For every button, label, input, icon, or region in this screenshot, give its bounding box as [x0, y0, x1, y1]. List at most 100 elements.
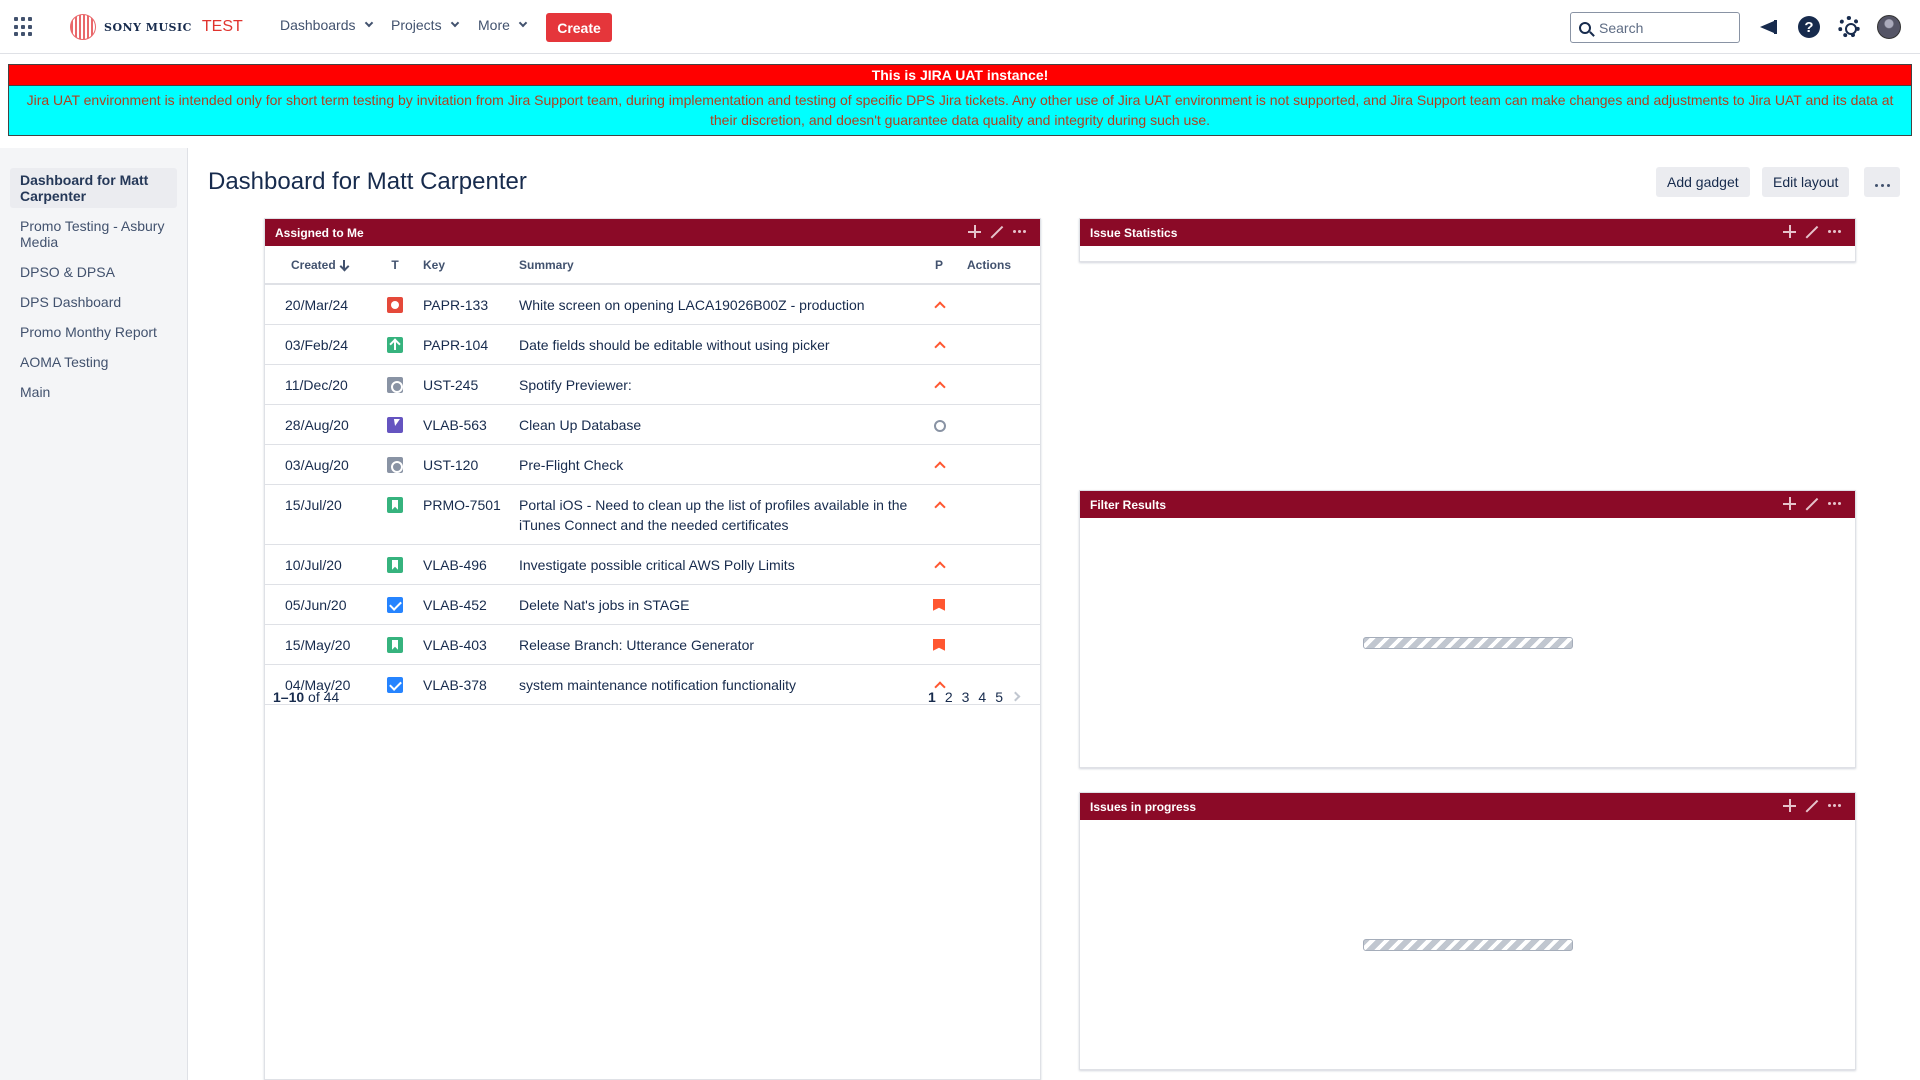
issue-key-link[interactable]: PRMO-7501 — [415, 484, 513, 545]
table-row[interactable]: 03/Aug/20 UST-120 Pre-Flight Check — [265, 444, 1040, 485]
created-cell: 10/Jul/20 — [265, 544, 375, 585]
column-summary[interactable]: Summary — [513, 246, 919, 285]
move-icon[interactable] — [1783, 225, 1796, 238]
blocker-flag-icon — [933, 598, 945, 611]
nav-dashboards-label: Dashboards — [280, 17, 356, 33]
medium-priority-icon — [933, 419, 946, 432]
issue-key-link[interactable]: VLAB-496 — [415, 544, 513, 585]
issues-in-progress-gadget: Issues in progress — [1079, 792, 1856, 1070]
created-cell: 15/Jul/20 — [265, 484, 375, 545]
gadget-menu-icon[interactable] — [1828, 230, 1841, 233]
search-input[interactable] — [1599, 19, 1719, 36]
issue-summary-link[interactable]: Date fields should be editable without u… — [513, 324, 919, 365]
issue-key-link[interactable]: VLAB-563 — [415, 404, 513, 445]
add-gadget-button[interactable]: Add gadget — [1656, 167, 1750, 197]
nav-dashboards[interactable]: Dashboards — [280, 17, 373, 33]
table-row[interactable]: 15/May/20 VLAB-403 Release Branch: Utter… — [265, 624, 1040, 665]
sidebar-item-dps-dashboard[interactable]: DPS Dashboard — [10, 290, 177, 314]
column-type[interactable]: T — [375, 246, 415, 285]
issue-key-link[interactable]: VLAB-452 — [415, 584, 513, 625]
top-navigation: SONY MUSIC TEST Dashboards Projects More… — [0, 0, 1920, 54]
site-logo[interactable]: SONY MUSIC TEST — [70, 14, 243, 40]
blocker-flag-icon — [933, 638, 945, 651]
issue-summary-link[interactable]: Delete Nat's jobs in STAGE — [513, 584, 919, 625]
edit-layout-button[interactable]: Edit layout — [1762, 167, 1850, 197]
gadget-menu-icon[interactable] — [1828, 804, 1841, 807]
task-icon — [387, 456, 403, 473]
move-icon[interactable] — [1783, 497, 1796, 510]
page-3-link[interactable]: 3 — [962, 689, 970, 705]
sidebar-item-dashboard-matt-carpenter[interactable]: Dashboard for Matt Carpenter — [10, 168, 177, 208]
gadget-title: Issues in progress — [1090, 799, 1197, 814]
issue-summary-link[interactable]: Investigate possible critical AWS Polly … — [513, 544, 919, 585]
table-row[interactable]: 15/Jul/20 PRMO-7501 Portal iOS - Need to… — [265, 484, 1040, 545]
app-switcher-icon[interactable] — [14, 17, 34, 37]
expand-icon[interactable] — [991, 226, 1003, 238]
gadget-header: Filter Results — [1080, 491, 1855, 518]
issue-key-link[interactable]: PAPR-104 — [415, 324, 513, 365]
table-row[interactable]: 28/Aug/20 VLAB-563 Clean Up Database — [265, 404, 1040, 445]
issue-key-link[interactable]: PAPR-133 — [415, 284, 513, 325]
sidebar-item-promo-monthy-report[interactable]: Promo Monthy Report — [10, 320, 177, 344]
sidebar-item-promo-testing[interactable]: Promo Testing - Asbury Media — [10, 214, 177, 254]
gadget-menu-icon[interactable] — [1828, 502, 1841, 505]
nav-projects[interactable]: Projects — [391, 17, 459, 33]
column-priority[interactable]: P — [919, 246, 959, 285]
banner-title: This is JIRA UAT instance! — [9, 65, 1911, 86]
checkbox-icon — [387, 596, 403, 613]
settings-gear-icon[interactable] — [1837, 15, 1861, 39]
search-icon — [1579, 21, 1591, 34]
high-priority-icon — [933, 379, 945, 391]
nav-projects-label: Projects — [391, 17, 442, 33]
expand-icon[interactable] — [1806, 498, 1818, 510]
column-key[interactable]: Key — [415, 246, 513, 285]
expand-icon[interactable] — [1806, 226, 1818, 238]
expand-icon[interactable] — [1806, 800, 1818, 812]
nav-more[interactable]: More — [478, 17, 528, 33]
story-icon — [387, 636, 403, 653]
column-created[interactable]: Created — [265, 246, 375, 285]
more-actions-button[interactable] — [1864, 167, 1900, 197]
improvement-icon — [387, 336, 403, 353]
page-5-link[interactable]: 5 — [995, 689, 1003, 705]
created-cell: 03/Aug/20 — [265, 444, 375, 485]
chevron-down-icon — [450, 18, 459, 28]
dashboard-sidebar: Dashboard for Matt Carpenter Promo Testi… — [0, 148, 188, 1080]
issue-summary-link[interactable]: Pre-Flight Check — [513, 444, 919, 485]
issue-key-link[interactable]: VLAB-403 — [415, 624, 513, 665]
move-icon[interactable] — [968, 225, 981, 238]
user-avatar[interactable] — [1877, 15, 1901, 39]
gadget-menu-icon[interactable] — [1013, 230, 1026, 233]
table-row[interactable]: 11/Dec/20 UST-245 Spotify Previewer: — [265, 364, 1040, 405]
issue-summary-link[interactable]: Spotify Previewer: — [513, 364, 919, 405]
table-row[interactable]: 10/Jul/20 VLAB-496 Investigate possible … — [265, 544, 1040, 585]
issue-summary-link[interactable]: Release Branch: Utterance Generator — [513, 624, 919, 665]
gadget-header: Issues in progress — [1080, 793, 1855, 820]
issue-key-link[interactable]: UST-245 — [415, 364, 513, 405]
logo-environment: TEST — [201, 18, 243, 35]
page-4-link[interactable]: 4 — [978, 689, 986, 705]
issue-summary-link[interactable]: White screen on opening LACA19026B00Z - … — [513, 284, 919, 325]
sidebar-item-aoma-testing[interactable]: AOMA Testing — [10, 350, 177, 374]
notifications-megaphone-icon[interactable] — [1757, 15, 1781, 39]
sidebar-item-main[interactable]: Main — [10, 380, 177, 404]
create-button[interactable]: Create — [546, 13, 612, 42]
help-icon[interactable]: ? — [1797, 15, 1821, 39]
table-row[interactable]: 20/Mar/24 PAPR-133 White screen on openi… — [265, 284, 1040, 325]
search-box[interactable] — [1570, 12, 1740, 43]
table-row[interactable]: 03/Feb/24 PAPR-104 Date fields should be… — [265, 324, 1040, 365]
uat-banner: This is JIRA UAT instance! Jira UAT envi… — [8, 64, 1912, 136]
issue-summary-link[interactable]: Portal iOS - Need to clean up the list o… — [513, 484, 919, 545]
column-created-label: Created — [291, 257, 336, 272]
move-icon[interactable] — [1783, 799, 1796, 812]
loading-indicator — [1363, 637, 1573, 649]
issue-summary-link[interactable]: Clean Up Database — [513, 404, 919, 445]
next-page-icon[interactable] — [1010, 691, 1021, 702]
issue-key-link[interactable]: UST-120 — [415, 444, 513, 485]
table-row[interactable]: 05/Jun/20 VLAB-452 Delete Nat's jobs in … — [265, 584, 1040, 625]
gadget-header: Assigned to Me — [265, 219, 1040, 246]
sidebar-item-dpso-dpsa[interactable]: DPSO & DPSA — [10, 260, 177, 284]
sort-descending-icon — [340, 260, 348, 270]
page-2-link[interactable]: 2 — [945, 689, 953, 705]
epic-icon — [387, 416, 403, 433]
